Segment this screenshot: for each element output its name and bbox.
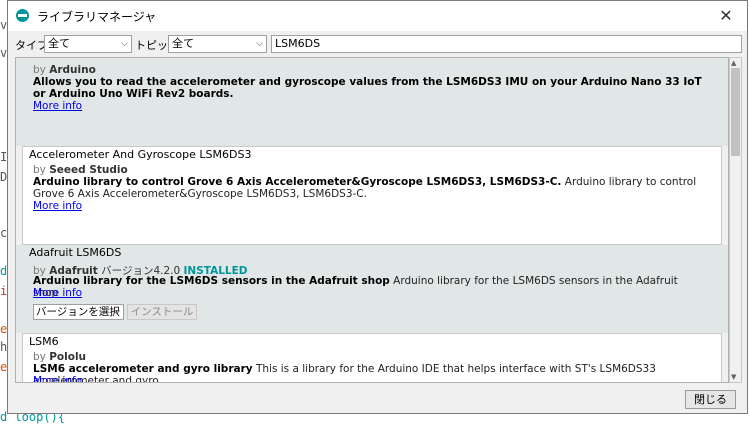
library-card-accelerometer-gyroscope[interactable]: Accelerometer And Gyroscope LSM6DS3 by S… [16, 146, 728, 245]
library-name: Accelerometer And Gyroscope LSM6DS3 [29, 148, 252, 161]
more-info-link[interactable]: More info [33, 100, 82, 112]
close-icon[interactable]: ✕ [711, 4, 741, 28]
library-manager-dialog: ライブラリマネージャ ✕ タイプ 全て ⌵ トピック 全て ⌵ LSM6DS b… [7, 0, 748, 414]
library-author: by Pololu [33, 351, 87, 363]
type-select-value: 全て [48, 37, 70, 50]
library-list[interactable]: by Arduino Allows you to read the accele… [15, 57, 729, 383]
more-info-link[interactable]: More info [33, 375, 82, 382]
scrollbar-thumb[interactable] [731, 68, 740, 156]
search-input-value: LSM6DS [275, 37, 321, 50]
chevron-down-icon: ⌵ [256, 39, 263, 49]
more-info-link[interactable]: More info [33, 287, 82, 299]
window-title: ライブラリマネージャ [37, 10, 157, 24]
filter-bar: タイプ 全て ⌵ トピック 全て ⌵ LSM6DS [8, 31, 747, 57]
library-description: Arduino library to control Grove 6 Axis … [33, 176, 697, 200]
library-description: Arduino library for the LSM6DS sensors i… [33, 275, 678, 299]
scroll-down-icon[interactable]: ▼ [731, 373, 736, 381]
type-select[interactable]: 全て ⌵ [44, 35, 132, 53]
search-input[interactable]: LSM6DS [271, 35, 742, 53]
library-card-adafruit-lsm6ds[interactable]: Adafruit LSM6DS by Adafruit バージョン4.2.0 I… [16, 245, 728, 333]
more-info-link[interactable]: More info [33, 200, 82, 212]
library-author: by Seeed Studio [33, 164, 128, 176]
library-description: LSM6 accelerometer and gyro library This… [33, 363, 656, 383]
chevron-down-icon: ⌵ [121, 39, 128, 49]
library-card-lsm6[interactable]: LSM6 by Pololu LSM6 accelerometer and gy… [16, 333, 728, 383]
install-button[interactable]: インストール [127, 304, 197, 320]
library-author: by Arduino [33, 64, 96, 76]
library-name: Adafruit LSM6DS [29, 246, 122, 259]
version-select[interactable]: バージョンを選択 ⌵ [33, 304, 124, 320]
close-button[interactable]: 閉じる [685, 390, 736, 409]
vertical-scrollbar[interactable]: ▲ ▼ [729, 57, 742, 383]
arduino-logo-icon [16, 9, 29, 22]
library-description: Allows you to read the accelerometer and… [33, 76, 702, 100]
topic-select-value: 全て [172, 37, 194, 50]
title-bar: ライブラリマネージャ ✕ [8, 1, 747, 31]
library-card-arduino-lsm6ds3[interactable]: by Arduino Allows you to read the accele… [16, 58, 728, 146]
library-name: LSM6 [29, 335, 59, 348]
chevron-down-icon: ⌵ [113, 307, 120, 317]
topic-select[interactable]: 全て ⌵ [168, 35, 267, 53]
scroll-up-icon[interactable]: ▲ [731, 59, 736, 67]
version-select-value: バージョンを選択 [36, 306, 120, 318]
